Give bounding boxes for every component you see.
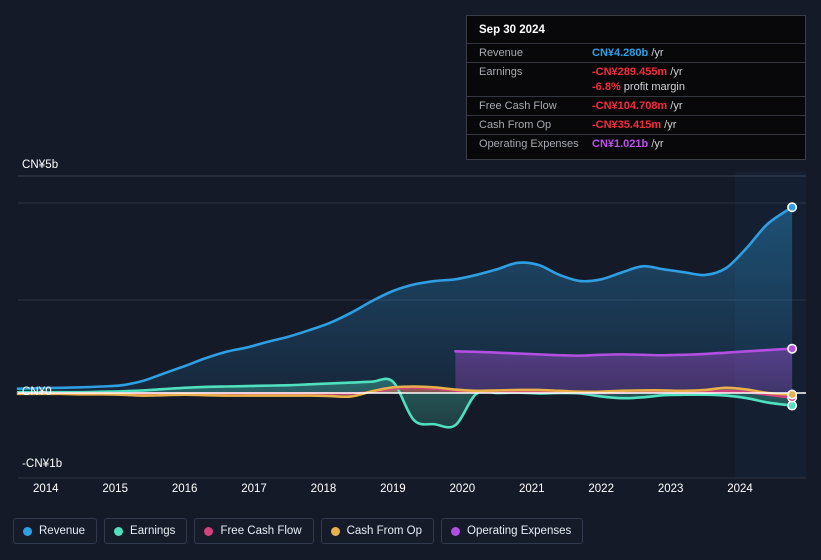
legend-color-dot [451,526,461,536]
tooltip-row-label: Free Cash Flow [479,100,557,112]
x-axis-tick-2014: 2014 [32,483,59,495]
y-axis-label-bottom: -CN¥1b [22,458,63,470]
tooltip-rows: Revenue CN¥4.280b /yr Earnings -CN¥289.455m… [467,43,805,153]
tooltip-row: Free Cash Flow -CN¥104.708m /yr [467,96,805,115]
tooltip-row-value: -CN¥104.708m /yr [592,100,683,112]
endpoint-marker-operating-expenses[interactable] [787,343,798,354]
tooltip-row: -6.8% profit margin [467,81,805,96]
tooltip-row-unit: /yr [648,138,664,150]
legend-item-cash-from-op[interactable]: Cash From Op [320,518,435,544]
x-axis-tick-2023: 2023 [657,483,684,495]
tooltip-row-label: Cash From Op [479,119,552,131]
tooltip-row: Earnings -CN¥289.455m /yr [467,62,805,81]
legend-color-dot [204,526,214,536]
endpoint-marker-cash-from-op[interactable] [787,389,798,400]
tooltip-row-amount: -CN¥35.415m [592,119,662,131]
tooltip-row-value: -6.8% profit margin [592,81,685,93]
legend-item-earnings[interactable]: Earnings [104,518,188,544]
tooltip-row-value: -CN¥35.415m /yr [592,119,676,131]
legend-item-label: Revenue [39,525,86,537]
tooltip-row: Cash From Op -CN¥35.415m /yr [467,115,805,134]
legend-item-revenue[interactable]: Revenue [13,518,98,544]
x-axis-tick-2019: 2019 [380,483,406,495]
chart-legend[interactable]: Revenue Earnings Free Cash Flow Cash From O… [0,513,821,549]
x-axis-tick-2015: 2015 [102,483,128,495]
x-axis-tick-2022: 2022 [588,483,614,495]
tooltip-row-value: CN¥4.280b /yr [592,47,664,59]
legend-color-dot [23,526,32,536]
tooltip-row-unit: /yr [648,47,664,59]
tooltip-row-label: Operating Expenses [479,138,579,150]
legend-item-label: Operating Expenses [467,525,572,537]
tooltip-row: Revenue CN¥4.280b /yr [467,43,805,62]
legend-item-operating-expenses[interactable]: Operating Expenses [441,518,584,544]
tooltip-row-label: Earnings [479,66,523,78]
x-axis-tick-2017: 2017 [241,483,267,495]
y-axis-label-zero: CN¥0 [22,386,52,398]
legend-item-free-cash-flow[interactable]: Free Cash Flow [194,518,314,544]
tooltip-row-label: Revenue [479,47,524,59]
x-axis-tick-2024: 2024 [727,483,753,495]
tooltip-row-amount: CN¥4.280b [592,47,649,59]
financial-chart-page: CN¥5b CN¥0 -CN¥1b 2014 2015 2016 2017 2018 20… [0,0,821,560]
legend-item-label: Free Cash Flow [220,525,302,537]
tooltip-row-amount: -6.8% [592,81,621,93]
x-axis-tick-2016: 2016 [171,483,198,495]
endpoint-marker-earnings[interactable] [787,400,798,411]
tooltip-row-value: -CN¥289.455m /yr [592,66,683,78]
tooltip-row-unit: profit margin [620,81,685,93]
legend-item-label: Cash From Op [346,525,423,537]
x-axis: 2014 2015 2016 2017 2018 2019 2020 2021 2022 2023… [0,483,821,503]
legend-item-label: Earnings [130,525,176,537]
x-axis-tick-2021: 2021 [518,483,545,495]
endpoint-marker-revenue[interactable] [787,202,798,213]
legend-color-dot [114,526,124,536]
x-axis-tick-2018: 2018 [310,483,337,495]
y-axis-label-top: CN¥5b [22,159,59,171]
tooltip-row-amount: -CN¥289.455m [592,66,668,78]
tooltip-row-unit: /yr [667,100,683,112]
tooltip-row-unit: /yr [667,66,683,78]
tooltip-date: Sep 30 2024 [479,24,545,36]
x-axis-tick-2020: 2020 [449,483,476,495]
tooltip-row: Operating Expenses CN¥1.021b /yr [467,134,805,153]
tooltip-row-amount: -CN¥104.708m [592,100,668,112]
legend-color-dot [330,526,340,536]
tooltip-row-amount: CN¥1.021b [592,138,649,150]
tooltip-row-value: CN¥1.021b /yr [592,138,664,150]
tooltip-row-unit: /yr [661,119,677,131]
chart-tooltip: Sep 30 2024 Revenue CN¥4.280b /yr Earnings… [466,15,806,160]
